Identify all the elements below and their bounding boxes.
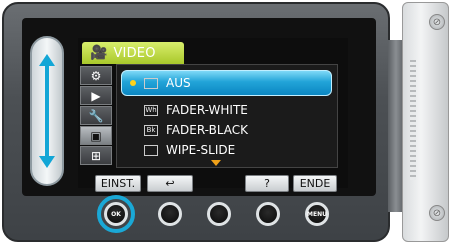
hardware-button-2[interactable] xyxy=(158,202,182,226)
back-button[interactable]: ↩ xyxy=(147,175,193,192)
menu-item-label: FADER-WHITE xyxy=(166,103,248,117)
wipe-icon xyxy=(144,144,158,156)
slider-down-arrow-icon[interactable] xyxy=(39,156,55,168)
scroll-down-indicator-icon xyxy=(211,160,221,166)
menu-item-fader-black[interactable]: Bk FADER-BLACK xyxy=(122,120,332,140)
video-camera-icon: 🎥 xyxy=(90,45,108,61)
camera-settings-icon: ⚙ xyxy=(90,68,102,83)
menu-item-label: FADER-BLACK xyxy=(166,123,249,137)
tab-effects[interactable]: ▣ xyxy=(80,126,112,145)
screw-bottom-icon: ⊘ xyxy=(429,205,445,221)
end-button[interactable]: ENDE xyxy=(293,175,337,192)
tab-media[interactable]: ⊞ xyxy=(80,146,112,165)
tab-tools[interactable]: 🔧 xyxy=(80,106,112,125)
tab-playback[interactable]: ▶ xyxy=(80,86,112,105)
ok-button[interactable]: OK xyxy=(104,202,128,226)
playback-icon: ▶ xyxy=(91,88,101,103)
wh-icon: Wh xyxy=(144,104,158,116)
menu-item-label: AUS xyxy=(166,76,191,90)
wrench-icon: 🔧 xyxy=(88,108,104,123)
slider-bar xyxy=(45,65,49,157)
effects-icon: ▣ xyxy=(90,128,102,143)
menu-item-wipe-slide[interactable]: WIPE-SLIDE xyxy=(122,140,332,160)
hardware-button-4[interactable] xyxy=(256,202,280,226)
zoom-slider[interactable] xyxy=(30,36,64,186)
bk-icon: Bk xyxy=(144,124,158,136)
media-icon: ⊞ xyxy=(90,148,102,163)
menu-item-fader-white[interactable]: Wh FADER-WHITE xyxy=(122,100,332,120)
selected-dot-icon xyxy=(130,80,136,86)
side-grip xyxy=(410,60,416,180)
hardware-button-3[interactable] xyxy=(207,202,231,226)
page-title: VIDEO xyxy=(113,45,156,61)
settings-button[interactable]: EINST. xyxy=(95,175,141,192)
header-tab: 🎥 VIDEO xyxy=(82,42,184,64)
menu-button[interactable]: MENU xyxy=(305,202,329,226)
screw-top-icon: ⊘ xyxy=(429,14,445,30)
menu-item-label: WIPE-SLIDE xyxy=(166,143,236,157)
aus-icon xyxy=(144,77,158,89)
menu-item-aus[interactable]: AUS xyxy=(121,70,332,96)
tab-settings-camera[interactable]: ⚙ xyxy=(80,66,112,85)
help-button[interactable]: ? xyxy=(245,175,289,192)
